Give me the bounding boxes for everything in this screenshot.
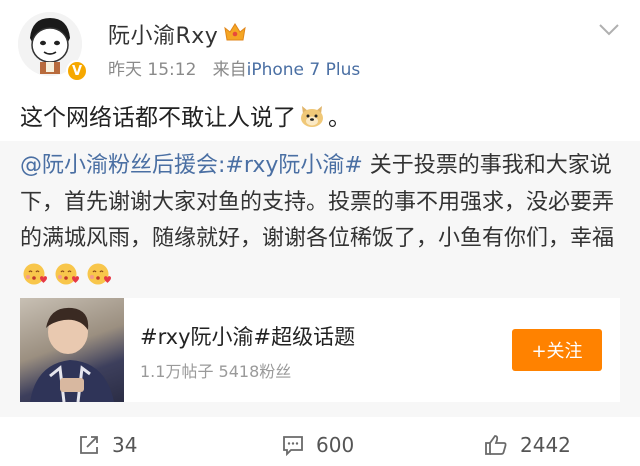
topic-card-title[interactable]: #rxy阮小渝#超级话题 bbox=[140, 321, 355, 351]
comment-button[interactable]: 600 bbox=[282, 424, 354, 466]
post-text-main: 这个网络话都不敢让人说了 bbox=[20, 105, 296, 131]
kiss-emoji-icon bbox=[20, 263, 48, 288]
chevron-down-icon[interactable] bbox=[598, 22, 620, 36]
repost-count: 34 bbox=[112, 433, 138, 457]
repost-text: @阮小渝粉丝后援会:#rxy阮小渝# 关于投票的事我和大家说下，首先谢谢大家对鱼… bbox=[20, 148, 620, 294]
mention-link[interactable]: @阮小渝粉丝后援会 bbox=[20, 153, 218, 178]
post-text: 这个网络话都不敢让人说了 。 bbox=[20, 98, 351, 132]
post-time: 昨天 15:12 bbox=[108, 60, 197, 80]
kiss-emoji-icon bbox=[48, 263, 80, 288]
source-prefix: 来自 bbox=[212, 60, 247, 80]
topic-card-image bbox=[20, 298, 124, 402]
comment-icon bbox=[283, 436, 303, 456]
post-text-end: 。 bbox=[328, 105, 351, 131]
kiss-emoji-icon bbox=[80, 263, 112, 288]
username[interactable]: 阮小渝Rxy bbox=[108, 18, 218, 50]
post-source[interactable]: iPhone 7 Plus bbox=[247, 60, 361, 80]
like-count: 2442 bbox=[520, 433, 571, 457]
topic-link[interactable]: :#rxy阮小渝# bbox=[218, 153, 363, 178]
post-meta: 昨天 15:12 来自iPhone 7 Plus bbox=[108, 55, 360, 80]
like-button[interactable]: 2442 bbox=[484, 424, 571, 466]
follow-button[interactable]: +关注 bbox=[512, 329, 602, 371]
vip-crown-icon[interactable] bbox=[223, 20, 247, 44]
comment-count: 600 bbox=[316, 433, 355, 457]
action-bar: 34 600 2442 bbox=[0, 424, 640, 466]
verified-v-icon: V bbox=[66, 60, 88, 82]
like-icon bbox=[485, 435, 507, 455]
repost-icon bbox=[80, 436, 98, 454]
doge-emoji-icon bbox=[301, 106, 323, 127]
repost-button[interactable]: 34 bbox=[78, 424, 137, 466]
topic-card-stats: 1.1万帖子 5418粉丝 bbox=[140, 362, 292, 381]
